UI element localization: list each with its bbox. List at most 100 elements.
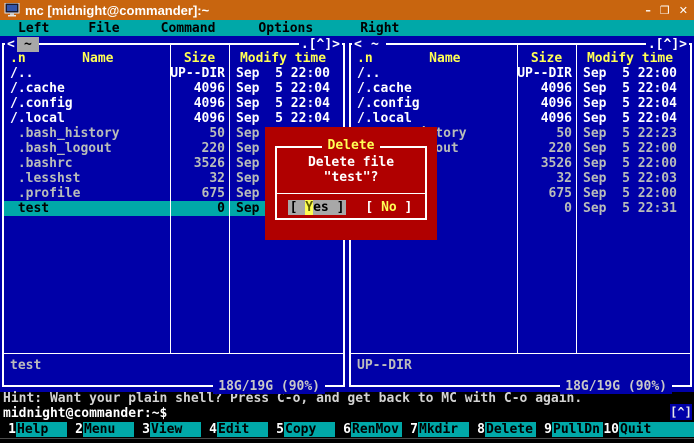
file-mtime: Sep 5 22:23 [576, 126, 684, 141]
fkey-view[interactable]: 3View [134, 422, 201, 437]
fkey-copy[interactable]: 5Copy [268, 422, 335, 437]
delete-dialog: Delete Delete file "test"? [ Yes ] [ No … [265, 127, 437, 240]
column-divider [170, 45, 171, 353]
fkey-label: Mkdir [418, 422, 469, 437]
file-name: /.cache [351, 81, 517, 96]
fkey-pulldn[interactable]: 9PullDn [536, 422, 603, 437]
column-header-mtime[interactable]: Modify time [229, 51, 337, 66]
fkey-label: Menu [83, 422, 134, 437]
file-mtime: Sep 5 22:00 [229, 66, 337, 81]
file-name: /.cache [4, 81, 170, 96]
right-mini-status: UP--DIR [357, 358, 412, 373]
column-header-size[interactable]: Size [517, 51, 576, 66]
sort-indicator[interactable]: .n [357, 51, 373, 66]
fkey-help[interactable]: 1Help [0, 422, 67, 437]
fkey-mkdir[interactable]: 7Mkdir [402, 422, 469, 437]
fkey-label: RenMov [351, 422, 402, 437]
menu-item-left[interactable]: Left [18, 21, 49, 36]
column-header-name[interactable]: Name [26, 51, 170, 66]
app-icon [4, 3, 20, 17]
file-size: 0 [170, 201, 229, 216]
file-size: 675 [170, 186, 229, 201]
fkey-edit[interactable]: 4Edit [201, 422, 268, 437]
menu-item-file[interactable]: File [88, 21, 119, 36]
menu-item-right[interactable]: Right [360, 21, 399, 36]
file-size: 675 [517, 186, 576, 201]
fkey-number: 7 [402, 422, 418, 437]
file-mtime: Sep 5 22:00 [576, 186, 684, 201]
minimize-icon[interactable]: – [645, 3, 651, 18]
yes-button[interactable]: [ Yes ] [288, 200, 347, 215]
shell-prompt[interactable]: midnight@commander:~$ [3, 406, 693, 421]
panel-listing-mode-icon[interactable]: .[^]> [299, 37, 342, 52]
no-hotkey: No [381, 200, 397, 215]
file-row[interactable]: /.cache4096Sep 5 22:04 [4, 81, 343, 96]
file-name: /.config [4, 96, 170, 111]
sort-indicator[interactable]: .n [10, 51, 26, 66]
file-size: 32 [517, 171, 576, 186]
fkey-number: 9 [536, 422, 552, 437]
column-header-size[interactable]: Size [170, 51, 229, 66]
fkey-quit[interactable]: 10Quit [603, 422, 694, 437]
file-mtime: Sep 5 22:04 [576, 96, 684, 111]
right-free-space: 18G/19G (90%) [560, 379, 672, 394]
function-key-bar: 1Help2Menu3View4Edit5Copy6RenMov7Mkdir8D… [0, 421, 694, 438]
file-row[interactable]: /..UP--DIRSep 5 22:00 [4, 66, 343, 81]
file-name: /.local [4, 111, 170, 126]
fkey-delete[interactable]: 8Delete [469, 422, 536, 437]
file-mtime: Sep 5 22:04 [576, 81, 684, 96]
right-panel-path-tab[interactable]: ~ [364, 37, 386, 52]
panel-history-left-icon[interactable]: < [5, 37, 17, 52]
dialog-message-line1: Delete file [277, 155, 425, 170]
file-row[interactable]: /.local4096Sep 5 22:04 [351, 111, 690, 126]
file-size: 0 [517, 201, 576, 216]
file-row[interactable]: /.cache4096Sep 5 22:04 [351, 81, 690, 96]
dialog-title: Delete [265, 138, 437, 153]
fkey-label: Copy [284, 422, 335, 437]
left-panel-header: .nName Size Modify time [4, 51, 343, 66]
close-icon[interactable]: ✕ [679, 3, 688, 18]
file-name: .bash_logout [4, 141, 170, 156]
file-name: /.local [351, 111, 517, 126]
file-row[interactable]: /.config4096Sep 5 22:04 [4, 96, 343, 111]
menu-item-options[interactable]: Options [258, 21, 313, 36]
file-row[interactable]: /.config4096Sep 5 22:04 [351, 96, 690, 111]
menu-item-command[interactable]: Command [161, 21, 216, 36]
file-size: 4096 [517, 111, 576, 126]
file-row[interactable]: /.local4096Sep 5 22:04 [4, 111, 343, 126]
bottom-strip [0, 438, 694, 443]
column-divider [229, 45, 230, 353]
left-mini-status: test [10, 358, 41, 373]
terminal-area: < ~ .[^]> .nName Size Modify time /..UP-… [0, 36, 694, 392]
column-header-mtime[interactable]: Modify time [576, 51, 684, 66]
panel-history-right-icon[interactable]: < [352, 37, 364, 52]
column-header-name[interactable]: Name [373, 51, 517, 66]
right-panel-header: .nName Size Modify time [351, 51, 690, 66]
column-divider [576, 45, 577, 353]
file-name: .bashrc [4, 156, 170, 171]
fkey-label: Quit [619, 422, 694, 437]
fkey-label: View [150, 422, 201, 437]
file-size: 4096 [170, 81, 229, 96]
fkey-menu[interactable]: 2Menu [67, 422, 134, 437]
file-name: .bash_history [4, 126, 170, 141]
fkey-label: PullDn [552, 422, 603, 437]
fkey-renmov[interactable]: 6RenMov [335, 422, 402, 437]
fkey-label: Help [16, 422, 67, 437]
panel-listing-mode-icon[interactable]: .[^]> [646, 37, 689, 52]
fkey-number: 8 [469, 422, 485, 437]
mini-status-divider [351, 353, 690, 354]
left-free-space: 18G/19G (90%) [213, 379, 325, 394]
file-size: UP--DIR [517, 66, 576, 81]
menu-bar: Left File Command Options Right [0, 20, 694, 36]
no-button[interactable]: [ No ] [363, 200, 414, 215]
file-mtime: Sep 5 22:04 [229, 96, 337, 111]
left-panel-path-tab[interactable]: ~ [17, 37, 39, 52]
maximize-icon[interactable]: ❐ [660, 3, 670, 18]
file-name: .lesshst [4, 171, 170, 186]
mini-status-divider [4, 353, 343, 354]
file-row[interactable]: /..UP--DIRSep 5 22:00 [351, 66, 690, 81]
command-history-icon[interactable]: [^] [670, 404, 692, 420]
file-name: test [4, 201, 170, 216]
file-mtime: Sep 5 22:31 [576, 201, 684, 216]
